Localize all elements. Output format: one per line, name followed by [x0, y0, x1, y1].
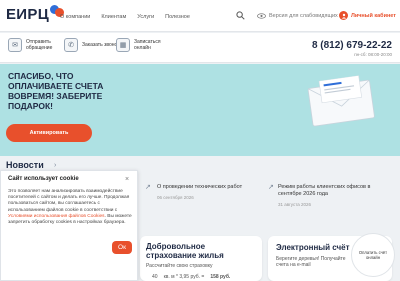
cookie-text: Это позволяет нам анализировать взаимоде…	[8, 189, 132, 226]
service-send-request[interactable]: ✉ Отправить обращение	[8, 38, 66, 52]
promo-banner: СПАСИБО, ЧТО ОПЛАЧИВАЕТЕ СЧЕТА ВОВРЕМЯ! …	[0, 64, 400, 156]
calc-area[interactable]: 40	[152, 274, 158, 280]
logo[interactable]: ЕИРЦ	[6, 4, 64, 23]
search-icon[interactable]	[236, 11, 245, 20]
logo-text: ЕИРЦ	[6, 6, 49, 23]
accessibility-label: Версия для слабовидящих	[269, 13, 338, 19]
pay-online-badge[interactable]: Оплатить счёт онлайн	[351, 233, 395, 277]
activate-button[interactable]: Активировать	[6, 124, 92, 142]
card-title: Электронный счёт	[276, 243, 350, 252]
login-label: Личный кабинет	[351, 12, 396, 19]
chevron-right-icon[interactable]: ›	[54, 162, 56, 169]
service-order-call[interactable]: ✆ Заказать звонок	[64, 38, 122, 52]
arrow-icon: ↗	[145, 184, 151, 191]
news-item-title: Режим работы клиентских офисов в сентябр…	[278, 184, 371, 197]
cookie-ok-button[interactable]: Ок	[112, 241, 132, 254]
working-hours: пн-сб: 08:00-20:00	[354, 52, 392, 57]
insurance-calculator[interactable]: 40 кв. м * 3,95 руб. = 158 руб.	[152, 274, 230, 280]
calc-rate: кв. м * 3,95 руб. =	[163, 274, 205, 280]
cookie-text-main: Это позволяет нам анализировать взаимоде…	[8, 189, 130, 213]
accessibility-link[interactable]: Версия для слабовидящих	[257, 13, 338, 19]
cookie-policy-link[interactable]: Условиями использования файлов Cookies	[8, 214, 105, 219]
nav-about[interactable]: О компании	[60, 14, 90, 20]
envelope-illustration	[307, 75, 375, 127]
cookie-popup: Сайт использует cookie × Это позволяет н…	[0, 170, 138, 281]
service-book-online[interactable]: ▦ Записаться онлайн	[116, 38, 174, 52]
news-item[interactable]: Режим работы клиентских офисов в сентябр…	[278, 184, 390, 208]
news-item-date: 31 августа 2026	[278, 202, 312, 207]
close-icon[interactable]: ×	[125, 176, 129, 183]
card-title: Добровольное страхование жилья	[146, 242, 224, 260]
user-icon	[339, 11, 348, 20]
service-label: Записаться онлайн	[134, 39, 161, 51]
arrow-icon: ↗	[268, 184, 274, 191]
nav-useful[interactable]: Полезное	[165, 14, 190, 20]
top-bar: ЕИРЦ О компании Клиентам Услуги Полезное…	[0, 0, 400, 32]
banner-title: СПАСИБО, ЧТО ОПЛАЧИВАЕТЕ СЧЕТА ВОВРЕМЯ! …	[8, 71, 104, 111]
phone-icon: ✆	[64, 38, 78, 52]
cookie-title: Сайт использует cookie	[8, 176, 79, 182]
phone-number[interactable]: 8 (812) 679-22-22	[312, 40, 392, 51]
nav-services[interactable]: Услуги	[137, 14, 154, 20]
main-nav: О компании Клиентам Услуги Полезное	[60, 14, 190, 20]
insurance-card[interactable]: Добровольное страхование жилья Рассчитай…	[140, 236, 262, 281]
envelope-icon: ✉	[8, 38, 22, 52]
login-button[interactable]: Личный кабинет	[339, 11, 396, 20]
nav-clients[interactable]: Клиентам	[101, 14, 126, 20]
news-item[interactable]: О проведении технических работ 06 сентяб…	[157, 184, 262, 201]
card-text: Рассчитайте свою страховку	[146, 263, 213, 269]
service-label: Отправить обращение	[26, 39, 53, 51]
card-text: Берегите деревья! Получайте счета на e-m…	[276, 256, 346, 268]
calc-total: 158 руб.	[210, 274, 231, 280]
news-item-date: 06 сентября 2026	[157, 195, 194, 200]
eye-icon	[257, 13, 266, 19]
news-item-title: О проведении технических работ	[157, 184, 243, 190]
services-bar: ✉ Отправить обращение ✆ Заказать звонок …	[0, 33, 400, 63]
news-heading: Новости	[6, 160, 44, 170]
calendar-icon: ▦	[116, 38, 130, 52]
